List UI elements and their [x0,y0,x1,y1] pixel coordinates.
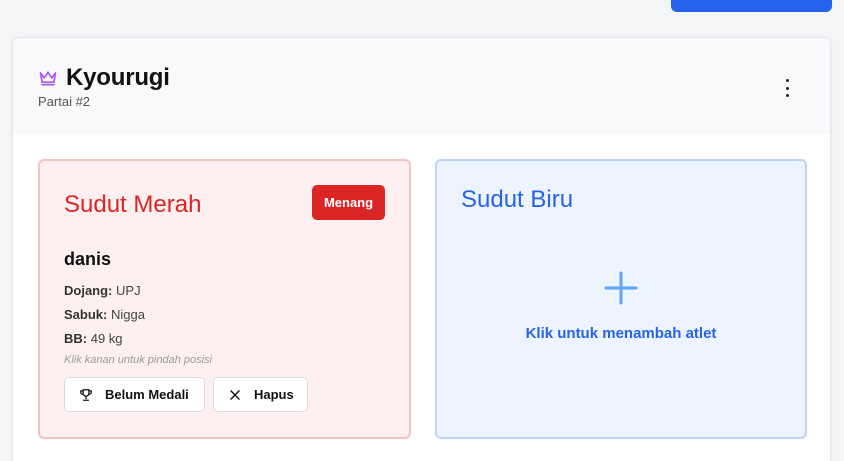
add-athlete-text[interactable]: Klik untuk menambah atlet [437,325,805,342]
delete-button-label: Hapus [254,387,294,402]
medal-button-label: Belum Medali [105,387,189,402]
reposition-hint: Klik kanan untuk pindah posisi [64,354,212,366]
red-corner-panel[interactable]: Sudut Merah Menang danis Dojang: UPJ Sab… [38,159,411,439]
crown-icon [39,71,57,86]
medal-button[interactable]: Belum Medali [64,377,205,412]
plus-icon[interactable] [604,271,638,305]
blue-corner-panel[interactable]: Sudut Biru Klik untuk menambah atlet [435,159,807,439]
dojang-value: UPJ [116,283,141,298]
page-title: Kyourugi [66,64,170,91]
match-number: Partai #2 [38,94,91,109]
top-action-button[interactable] [671,0,832,12]
belt-value: Nigga [110,307,145,322]
dojang-label: Dojang: [64,283,113,298]
athlete-belt: Sabuk: Nigga [64,307,145,322]
red-corner-title: Sudut Merah [64,191,202,218]
title-row: Kyourugi [38,64,170,92]
trophy-icon [80,388,92,401]
weight-value: 49 kg [90,331,123,346]
winner-badge[interactable]: Menang [312,185,385,220]
card-header: Kyourugi Partai #2 [13,38,830,134]
delete-button[interactable]: Hapus [213,377,308,412]
blue-corner-title: Sudut Biru [461,186,574,213]
athlete-name: danis [64,249,112,269]
belt-label: Sabuk: [64,307,108,322]
athlete-weight: BB: 49 kg [64,331,123,346]
close-icon [230,389,240,400]
more-vertical-icon[interactable] [780,79,794,97]
weight-label: BB: [64,331,88,346]
athlete-dojang: Dojang: UPJ [64,283,141,298]
match-card: Kyourugi Partai #2 Sudut Merah Menang da… [12,37,831,461]
